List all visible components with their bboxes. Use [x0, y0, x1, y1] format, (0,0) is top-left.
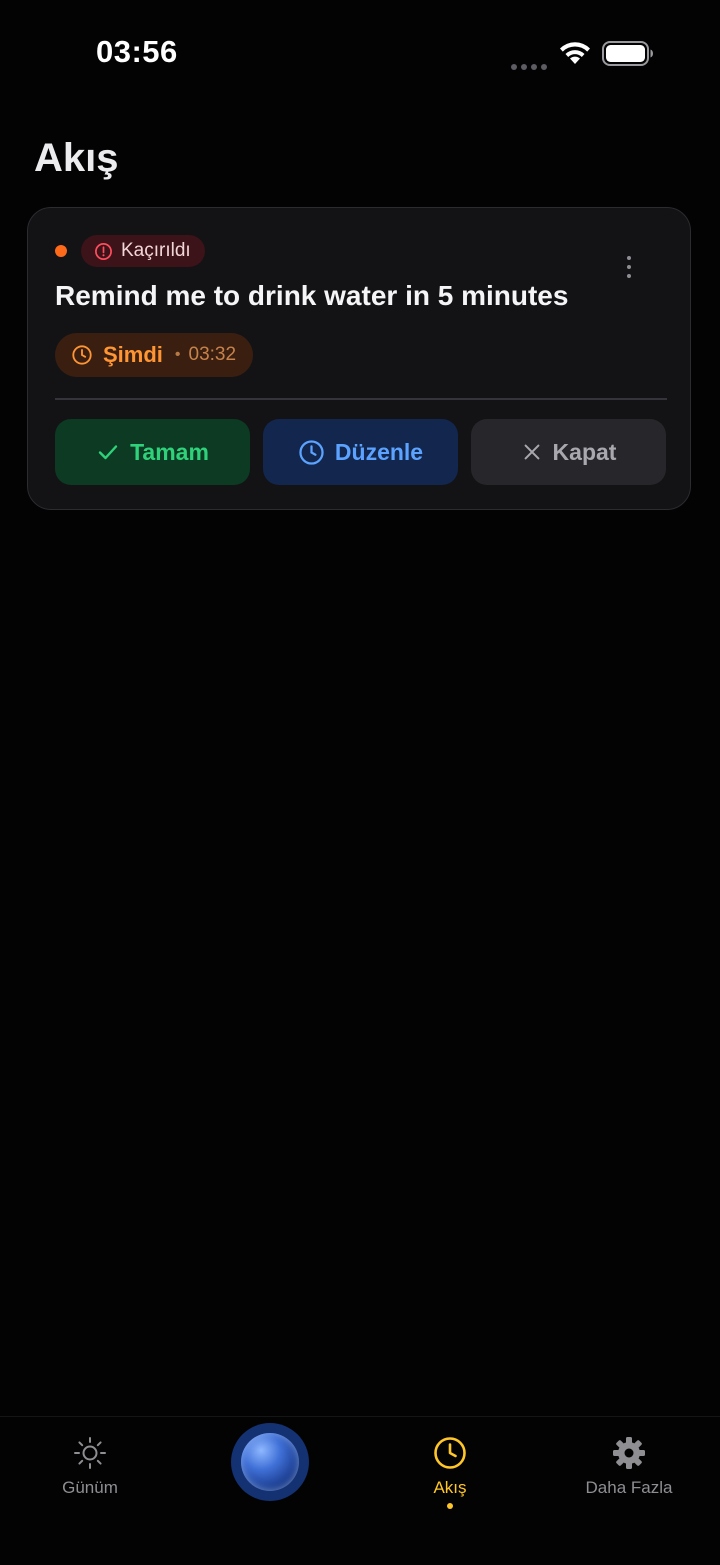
status-dot [55, 245, 67, 257]
battery-icon [602, 41, 653, 66]
tab-today[interactable]: Günüm [20, 1435, 160, 1498]
orb-icon [241, 1433, 299, 1491]
tab-more-label: Daha Fazla [585, 1478, 673, 1497]
clock-icon [434, 1437, 466, 1469]
wifi-icon [560, 42, 590, 64]
check-icon [98, 445, 118, 460]
edit-button-label: Düzenle [334, 438, 424, 465]
assistant-orb-button[interactable] [231, 1423, 309, 1501]
close-icon [524, 444, 539, 460]
tab-feed[interactable]: Akış [380, 1435, 520, 1509]
cellular-signal-icon [511, 57, 551, 75]
clock-icon [299, 439, 324, 465]
tab-bar: Günüm Akış Daha Fazla [0, 1416, 720, 1565]
time-separator: • [174, 346, 181, 363]
done-button-label: Tamam [130, 438, 209, 465]
edit-button[interactable]: Düzenle [263, 419, 458, 485]
gear-icon [613, 1437, 645, 1469]
reminder-card[interactable]: Kaçırıldı Remind me to drink water in 5 … [27, 207, 691, 510]
card-divider [55, 398, 667, 400]
active-tab-indicator [447, 1503, 453, 1509]
done-button[interactable]: Tamam [55, 419, 250, 485]
reminder-title: Remind me to drink water in 5 minutes [55, 280, 569, 311]
time-chip[interactable]: Şimdi • 03:32 [55, 333, 254, 377]
close-button-label: Kapat [552, 438, 617, 465]
tab-more[interactable]: Daha Fazla [559, 1435, 699, 1498]
reminder-time: 03:32 [188, 344, 237, 365]
alert-icon [95, 242, 112, 260]
missed-badge: Kaçırıldı [81, 235, 205, 267]
tab-feed-label: Akış [433, 1478, 467, 1497]
status-bar: 03:56 [0, 0, 720, 110]
close-button[interactable]: Kapat [471, 419, 666, 485]
now-label: Şimdi [103, 342, 163, 367]
missed-badge-label: Kaçırıldı [121, 240, 191, 261]
more-options-icon[interactable] [614, 254, 644, 284]
sun-icon [74, 1437, 106, 1469]
tab-today-label: Günüm [62, 1478, 118, 1497]
status-time: 03:56 [96, 34, 178, 69]
page-title: Akış [34, 136, 119, 180]
clock-icon [72, 345, 92, 365]
